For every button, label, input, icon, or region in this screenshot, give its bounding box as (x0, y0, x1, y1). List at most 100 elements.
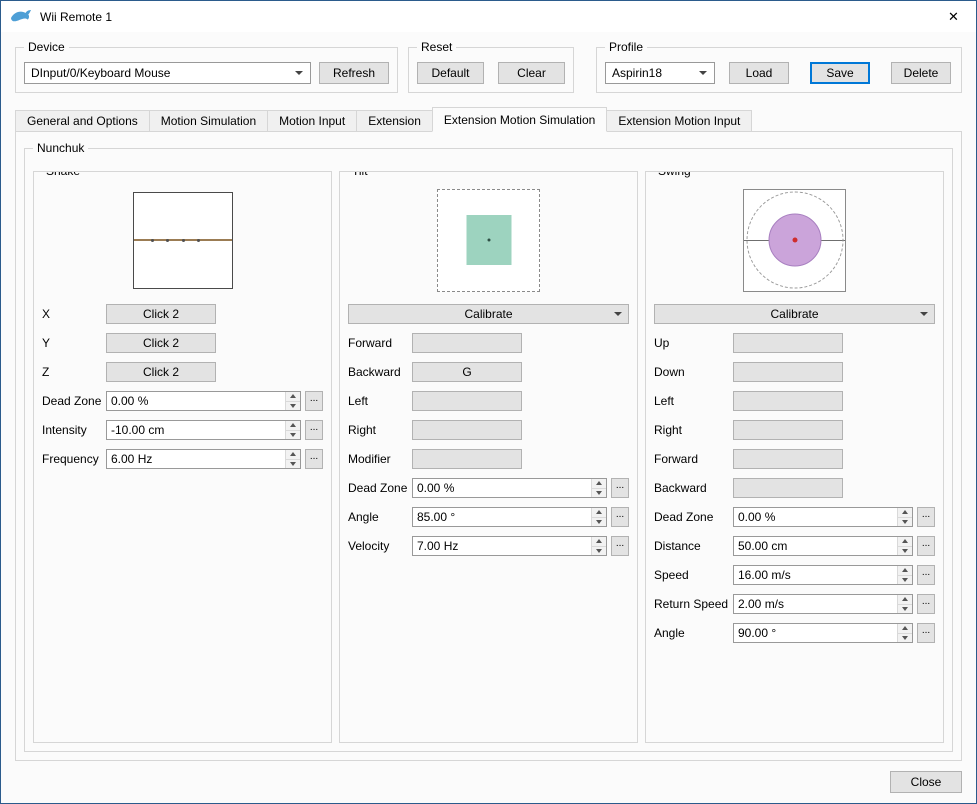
shake-x-label: X (42, 307, 51, 321)
shake-intensity-spinner[interactable] (285, 421, 300, 439)
swing-down-button[interactable] (733, 362, 843, 382)
shake-deadzone-spinner[interactable] (285, 392, 300, 410)
spin-up-icon[interactable] (591, 508, 606, 517)
tilt-left-row: Left (348, 391, 629, 411)
swing-forward-button[interactable] (733, 449, 843, 469)
spin-up-icon[interactable] (897, 508, 912, 517)
shake-frequency-spinner[interactable] (285, 450, 300, 468)
tilt-modifier-button[interactable] (412, 449, 522, 469)
spin-up-icon[interactable] (897, 537, 912, 546)
spin-up-icon[interactable] (591, 479, 606, 488)
swing-speed-more-button[interactable]: ... (917, 565, 935, 585)
profile-delete-button[interactable]: Delete (891, 62, 951, 84)
spin-down-icon[interactable] (285, 458, 300, 468)
profile-load-button[interactable]: Load (729, 62, 789, 84)
tilt-deadzone-more-button[interactable]: ... (611, 478, 629, 498)
swing-up-button[interactable] (733, 333, 843, 353)
spin-up-icon[interactable] (285, 421, 300, 430)
tab-extension[interactable]: Extension (356, 110, 433, 132)
spin-down-icon[interactable] (591, 516, 606, 526)
spin-up-icon[interactable] (897, 624, 912, 633)
tab-extension-motion-input[interactable]: Extension Motion Input (606, 110, 753, 132)
refresh-button[interactable]: Refresh (319, 62, 389, 84)
tilt-deadzone-spinner[interactable] (591, 479, 606, 497)
shake-deadzone-input[interactable] (107, 392, 285, 410)
spin-down-icon[interactable] (897, 574, 912, 584)
tilt-angle-input[interactable] (413, 508, 591, 526)
tilt-deadzone-input[interactable] (413, 479, 591, 497)
profile-combo[interactable]: Aspirin18 (605, 62, 715, 84)
swing-return-speed-input[interactable] (734, 595, 897, 613)
shake-x-row: X Click 2 (42, 304, 323, 324)
swing-distance-input[interactable] (734, 537, 897, 555)
swing-angle-spinbox (733, 623, 913, 643)
chevron-down-icon (614, 312, 622, 316)
shake-frequency-input[interactable] (107, 450, 285, 468)
spin-down-icon[interactable] (285, 400, 300, 410)
shake-x-button[interactable]: Click 2 (106, 304, 216, 324)
tilt-forward-button[interactable] (412, 333, 522, 353)
shake-frequency-spinbox (106, 449, 301, 469)
nunchuk-columns: Shake X Click 2 Y Click 2 Z Click 2 Dead… (33, 165, 944, 743)
close-button[interactable]: Close (890, 771, 962, 793)
swing-right-row: Right (654, 420, 935, 440)
swing-calibrate-button[interactable]: Calibrate (654, 304, 935, 324)
tab-motion-simulation[interactable]: Motion Simulation (148, 110, 269, 132)
shake-y-button[interactable]: Click 2 (106, 333, 216, 353)
swing-deadzone-more-button[interactable]: ... (917, 507, 935, 527)
swing-distance-more-button[interactable]: ... (917, 536, 935, 556)
spin-down-icon[interactable] (897, 632, 912, 642)
shake-z-button[interactable]: Click 2 (106, 362, 216, 382)
shake-intensity-more-button[interactable]: ... (305, 420, 323, 440)
tilt-velocity-spinner[interactable] (591, 537, 606, 555)
swing-deadzone-spinner[interactable] (897, 508, 912, 526)
tab-motion-input[interactable]: Motion Input (267, 110, 358, 132)
spin-down-icon[interactable] (897, 516, 912, 526)
shake-deadzone-more-button[interactable]: ... (305, 391, 323, 411)
spin-down-icon[interactable] (591, 545, 606, 555)
tab-extension-motion-simulation[interactable]: Extension Motion Simulation (431, 107, 608, 132)
spin-up-icon[interactable] (285, 450, 300, 459)
spin-down-icon[interactable] (285, 429, 300, 439)
tab-general-and-options[interactable]: General and Options (15, 110, 150, 132)
tilt-right-button[interactable] (412, 420, 522, 440)
profile-save-button[interactable]: Save (810, 62, 870, 84)
clear-button[interactable]: Clear (498, 62, 565, 84)
tilt-velocity-more-button[interactable]: ... (611, 536, 629, 556)
device-group: Device DInput/0/Keyboard Mouse Refresh (15, 40, 398, 93)
swing-speed-input[interactable] (734, 566, 897, 584)
spin-up-icon[interactable] (285, 392, 300, 401)
window-close-button[interactable]: ✕ (931, 1, 976, 32)
swing-right-button[interactable] (733, 420, 843, 440)
swing-deadzone-label: Dead Zone (654, 510, 714, 524)
shake-frequency-more-button[interactable]: ... (305, 449, 323, 469)
tilt-angle-more-button[interactable]: ... (611, 507, 629, 527)
swing-return-speed-more-button[interactable]: ... (917, 594, 935, 614)
swing-angle-more-button[interactable]: ... (917, 623, 935, 643)
spin-up-icon[interactable] (897, 566, 912, 575)
default-button[interactable]: Default (417, 62, 484, 84)
swing-angle-input[interactable] (734, 624, 897, 642)
tilt-backward-label: Backward (348, 365, 401, 379)
tilt-left-button[interactable] (412, 391, 522, 411)
swing-return-speed-spinner[interactable] (897, 595, 912, 613)
swing-angle-spinner[interactable] (897, 624, 912, 642)
spin-up-icon[interactable] (897, 595, 912, 604)
swing-deadzone-input[interactable] (734, 508, 897, 526)
tilt-calibrate-button[interactable]: Calibrate (348, 304, 629, 324)
tilt-angle-spinner[interactable] (591, 508, 606, 526)
tilt-angle-label: Angle (348, 510, 379, 524)
spin-down-icon[interactable] (897, 603, 912, 613)
spin-down-icon[interactable] (897, 545, 912, 555)
swing-left-button[interactable] (733, 391, 843, 411)
tilt-forward-label: Forward (348, 336, 393, 350)
tilt-backward-button[interactable]: G (412, 362, 522, 382)
shake-intensity-input[interactable] (107, 421, 285, 439)
swing-distance-spinner[interactable] (897, 537, 912, 555)
swing-backward-button[interactable] (733, 478, 843, 498)
swing-speed-spinner[interactable] (897, 566, 912, 584)
device-combo[interactable]: DInput/0/Keyboard Mouse (24, 62, 311, 84)
spin-up-icon[interactable] (591, 537, 606, 546)
tilt-velocity-input[interactable] (413, 537, 591, 555)
spin-down-icon[interactable] (591, 487, 606, 497)
